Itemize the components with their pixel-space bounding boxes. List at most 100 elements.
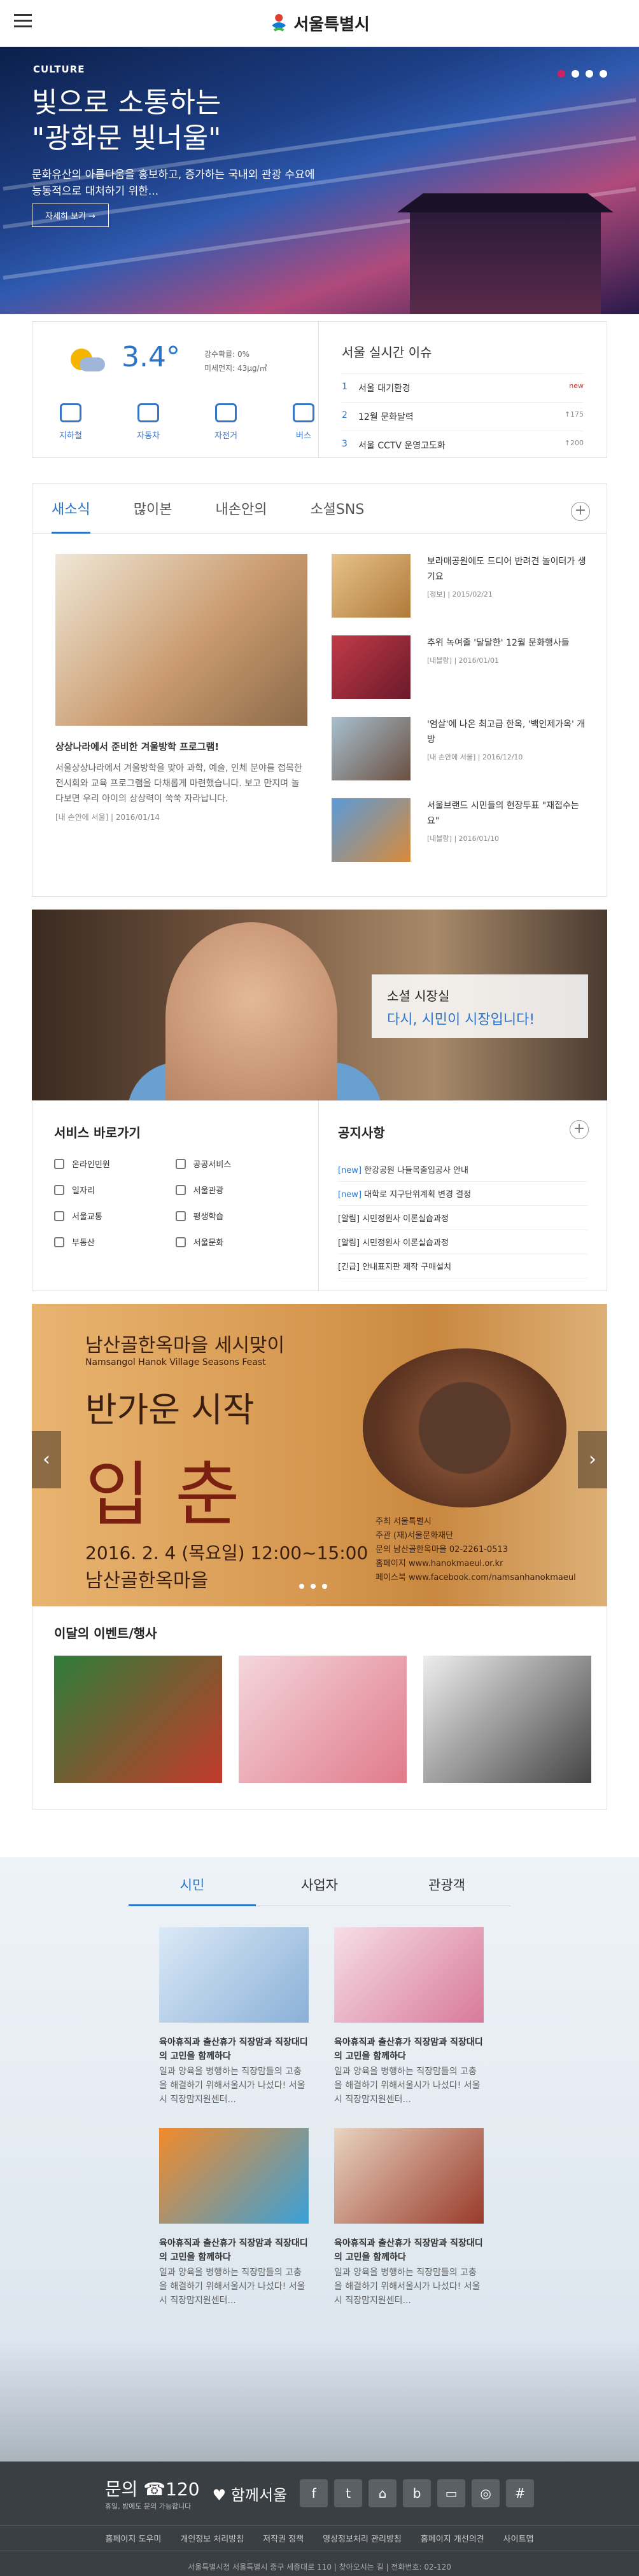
realtime-issues: 서울 실시간 이슈 1 서울 대기환경 new 2 12월 문화달력 ↑175 3 서울 … xyxy=(319,322,607,457)
bicycle-link[interactable]: 자전거 xyxy=(207,403,245,441)
events-title: 이달의 이벤트/행사 xyxy=(54,1626,157,1641)
prev-arrow-icon[interactable]: ‹ xyxy=(32,1431,61,1488)
featured-body: 서울상상나라에서 겨울방학을 맞아 과학, 예술, 인체 분야를 접목한 전시회… xyxy=(55,763,302,804)
content-card[interactable]: 육아휴직과 출산휴가 직장맘과 직장대디의 고민을 함께하다 일과 양육을 병행하… xyxy=(159,1927,309,2107)
pager-dot[interactable] xyxy=(558,70,565,78)
audience-tabs: 시민 사업자 관광객 xyxy=(0,1875,639,1906)
channel-icon[interactable]: # xyxy=(506,2479,535,2507)
list-item[interactable]: '엄살'에 나온 최고급 한옥, '백인제가옥' 개방 [내 손안에 서울] | … xyxy=(332,717,586,798)
car-link[interactable]: 자동차 xyxy=(129,403,167,441)
tab-citizen[interactable]: 시민 xyxy=(129,1875,256,1906)
issue-row[interactable]: 2 12월 문화달력 ↑175 xyxy=(342,402,584,431)
event-banner[interactable]: 남산골한옥마을 세시맞이 Namsangol Hanok Village Sea… xyxy=(32,1304,607,1606)
card-image xyxy=(334,2128,484,2224)
tv-icon[interactable]: ▭ xyxy=(437,2479,466,2507)
top-bar: 서울특별시 xyxy=(0,0,639,47)
banner-pager xyxy=(299,1584,327,1589)
next-arrow-icon[interactable]: › xyxy=(578,1431,607,1488)
notice-title: 공지사항 xyxy=(338,1125,385,1140)
service-traffic[interactable]: 서울교통 xyxy=(54,1210,176,1222)
transport-links: 지하철 자동차 자전거 버스 xyxy=(52,403,323,441)
issue-row[interactable]: 3 서울 CCTV 운영고도화 ↑200 xyxy=(342,431,584,459)
mayor-caption: 소셜 시장실 다시, 시민이 시장입니다! xyxy=(372,974,588,1038)
content-card[interactable]: 육아휴직과 출산휴가 직장맘과 직장대디의 고민을 함께하다 일과 양육을 병행하… xyxy=(159,2128,309,2308)
hero-pager xyxy=(558,70,607,78)
social-mayor-banner[interactable]: 소셜 시장실 다시, 시민이 시장입니다! xyxy=(32,910,607,1100)
call-center[interactable]: 문의 ☎120 휴일, 밤에도 문의 가능합니다 xyxy=(105,2476,200,2511)
notice-row[interactable]: [new] 한강공원 나들목출입공사 안내 xyxy=(338,1158,587,1182)
content-card[interactable]: 육아휴직과 출산휴가 직장맘과 직장대디의 고민을 함께하다 일과 양육을 병행하… xyxy=(334,1927,484,2107)
issue-row[interactable]: 1 서울 대기환경 new xyxy=(342,373,584,402)
banner-info: 주최 서울특별시 주관 (재)서울문화재단 문의 남산골한옥마을 02-2261… xyxy=(376,1517,576,1582)
weather-widget: 3.4° 강수확률: 0% 미세먼지: 43μg/㎥ 지하철 자동차 자전거 버… xyxy=(32,322,319,457)
copyright: 서울특별시청 서울특별시 중구 세종대로 110 | 찾아오시는 길 | 전화번… xyxy=(188,2563,451,2572)
thumbnail xyxy=(332,717,411,780)
service-jobs[interactable]: 일자리 xyxy=(54,1184,176,1196)
subway-link[interactable]: 지하철 xyxy=(52,403,90,441)
featured-image xyxy=(55,554,307,726)
bus-icon xyxy=(293,403,314,422)
service-real-estate[interactable]: 부동산 xyxy=(54,1236,176,1248)
hero-banner[interactable]: CULTURE 빛으로 소통하는 "광화문 빛너울" 문화유산의 아름다움을 홍보… xyxy=(0,47,639,314)
pager-dot[interactable] xyxy=(586,70,593,78)
tab-popular[interactable]: 많이본 xyxy=(134,498,172,534)
tab-business[interactable]: 사업자 xyxy=(256,1875,383,1906)
notice-row[interactable]: [new] 대학로 지구단위계획 변경 결정 xyxy=(338,1182,587,1206)
list-item[interactable]: 서울브랜드 시민들의 현장투표 "재접수는요" [내블랑] | 2016/01/1… xyxy=(332,798,586,880)
hero-tag: CULTURE xyxy=(33,64,85,75)
notice-board: 공지사항 + [new] 한강공원 나들목출입공사 안내 [new] 대학로 지… xyxy=(319,1101,607,1291)
news-section: 새소식 많이본 내손안의 소셜SNS + 상상나라에서 준비한 겨울방학 프로그… xyxy=(32,483,607,897)
pager-dot[interactable] xyxy=(572,70,579,78)
service-notice-row: 서비스 바로가기 온라인민원 공공서비스 일자리 서울관광 서울교통 평생학습 … xyxy=(32,1100,607,1291)
home-icon[interactable]: ⌂ xyxy=(369,2479,397,2507)
briefcase-icon xyxy=(54,1184,64,1195)
service-online-civil[interactable]: 온라인민원 xyxy=(54,1158,176,1170)
notice-more-plus-icon[interactable]: + xyxy=(570,1120,589,1139)
blog-icon[interactable]: b xyxy=(403,2479,432,2507)
more-plus-icon[interactable]: + xyxy=(571,502,590,521)
camera-icon xyxy=(175,1184,186,1195)
instagram-icon[interactable]: ◎ xyxy=(472,2479,500,2507)
menu-icon[interactable] xyxy=(14,14,32,29)
together-seoul-logo: ♥ 함께서울 xyxy=(212,2486,288,2504)
featured-news[interactable]: 상상나라에서 준비한 겨울방학 프로그램! 서울상상나라에서 겨울방학을 맞아 … xyxy=(55,554,307,822)
weather-meta: 강수확률: 0% 미세먼지: 43μg/㎥ xyxy=(204,350,267,373)
footer-links: 홈페이지 도우미 개인정보 처리방침 저작권 정책 영상정보처리 관리방침 홈페… xyxy=(0,2525,639,2551)
tab-sns[interactable]: 소셜SNS xyxy=(310,498,364,534)
hero-more-button[interactable]: 자세히 보기 → xyxy=(32,204,109,227)
education-icon xyxy=(175,1210,186,1221)
logo[interactable]: 서울특별시 xyxy=(269,11,370,35)
service-public[interactable]: 공공서비스 xyxy=(175,1158,297,1170)
facebook-icon[interactable]: f xyxy=(300,2479,328,2507)
notice-row[interactable]: [알림] 시민정원사 이론실습과정 xyxy=(338,1230,587,1254)
service-culture[interactable]: 서울문화 xyxy=(175,1236,297,1248)
tab-my-seoul[interactable]: 내손안의 xyxy=(215,498,267,534)
traffic-icon xyxy=(54,1210,64,1221)
twitter-icon[interactable]: t xyxy=(334,2479,363,2507)
tab-tourist[interactable]: 관광객 xyxy=(383,1875,510,1906)
bicycle-icon xyxy=(215,403,237,422)
social-links: f t ⌂ b ▭ ◎ # xyxy=(300,2479,535,2507)
bus-link[interactable]: 버스 xyxy=(284,403,323,441)
info-panel: 3.4° 강수확률: 0% 미세먼지: 43μg/㎥ 지하철 자동차 자전거 버… xyxy=(32,321,607,458)
card-image xyxy=(334,1927,484,2023)
subway-icon xyxy=(60,403,81,422)
list-item[interactable]: 보라매공원에도 드디어 반려견 놀이터가 생기요 [정보] | 2015/02/2… xyxy=(332,554,586,635)
event-poster[interactable] xyxy=(239,1656,407,1783)
list-item[interactable]: 추위 녹여줄 '달달한' 12월 문화행사들 [내블랑] | 2016/01/01 xyxy=(332,635,586,717)
content-card[interactable]: 육아휴직과 출산휴가 직장맘과 직장대디의 고민을 함께하다 일과 양육을 병행하… xyxy=(334,2128,484,2308)
notice-row[interactable]: [알림] 시민정원사 이론실습과정 xyxy=(338,1206,587,1230)
news-tabs: 새소식 많이본 내손안의 소셜SNS + xyxy=(32,484,607,534)
footer: 문의 ☎120 휴일, 밤에도 문의 가능합니다 ♥ 함께서울 f t ⌂ b ▭… xyxy=(0,2462,639,2576)
public-icon xyxy=(175,1158,186,1169)
event-poster[interactable] xyxy=(423,1656,591,1783)
event-poster[interactable] xyxy=(54,1656,222,1783)
thumbnail xyxy=(332,635,411,699)
tab-news[interactable]: 새소식 xyxy=(52,498,90,534)
mayor-photo xyxy=(165,922,337,1100)
service-tourism[interactable]: 서울관광 xyxy=(175,1184,297,1196)
notice-row[interactable]: [긴급] 안내표지판 제작 구매설치 xyxy=(338,1254,587,1278)
service-education[interactable]: 평생학습 xyxy=(175,1210,297,1222)
pager-dot[interactable] xyxy=(600,70,607,78)
featured-title: 상상나라에서 준비한 겨울방학 프로그램! xyxy=(55,741,220,752)
